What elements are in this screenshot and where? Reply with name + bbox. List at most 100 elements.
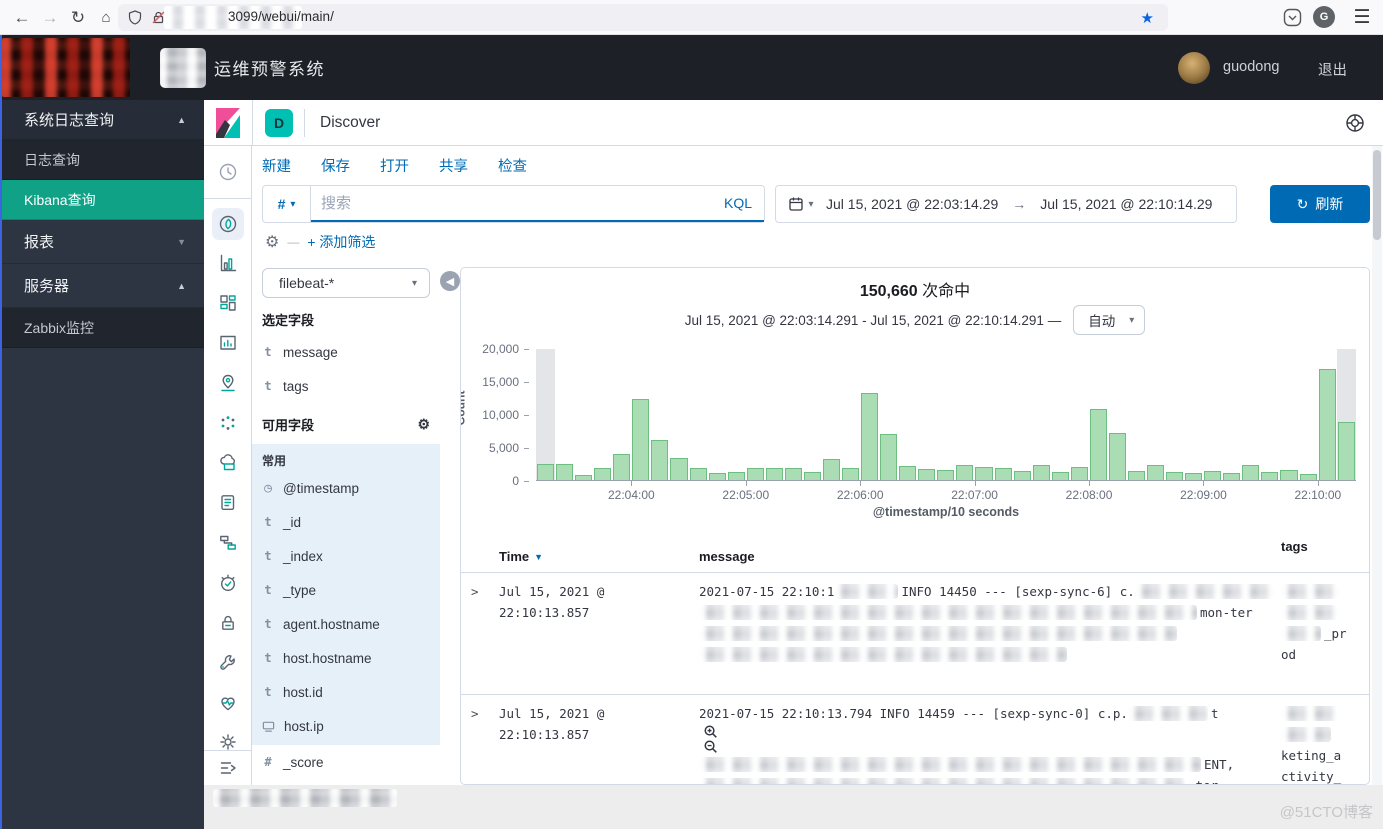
time-range-start[interactable]: Jul 15, 2021 @ 22:03:14.29 bbox=[826, 196, 998, 212]
histogram-bar[interactable] bbox=[1260, 349, 1279, 480]
share-button[interactable]: 共享 bbox=[439, 155, 468, 176]
interval-select[interactable]: 自动 ▾ bbox=[1073, 305, 1145, 335]
shield-icon[interactable] bbox=[128, 10, 142, 25]
histogram-bar[interactable] bbox=[669, 349, 688, 480]
username[interactable]: guodong bbox=[1223, 59, 1279, 75]
field-item-_id[interactable]: t_id bbox=[252, 505, 440, 539]
histogram-bar[interactable] bbox=[765, 349, 784, 480]
dashboard-icon[interactable] bbox=[212, 287, 244, 319]
column-header-tags[interactable]: tags bbox=[1281, 535, 1369, 572]
scrollbar-thumb[interactable] bbox=[1373, 150, 1381, 240]
kql-toggle[interactable]: KQL bbox=[712, 195, 764, 211]
histogram-bar[interactable] bbox=[574, 349, 593, 480]
histogram-bar[interactable] bbox=[708, 349, 727, 480]
back-icon[interactable]: ← bbox=[8, 0, 36, 35]
reload-icon[interactable]: ↻ bbox=[64, 0, 92, 35]
expand-row-icon[interactable]: > bbox=[471, 695, 499, 785]
sidebar-item-kibana-query[interactable]: Kibana查询 bbox=[0, 180, 204, 220]
url-text[interactable]: 3099/webui/main/ bbox=[228, 9, 334, 24]
apm-traces-icon[interactable] bbox=[212, 527, 244, 559]
histogram-bar[interactable] bbox=[860, 349, 879, 480]
histogram-bar[interactable] bbox=[1146, 349, 1165, 480]
sidebar-item-zabbix[interactable]: Zabbix监控 bbox=[0, 308, 204, 348]
histogram-bar[interactable] bbox=[746, 349, 765, 480]
histogram-bar[interactable] bbox=[631, 349, 650, 480]
expand-row-icon[interactable]: > bbox=[471, 573, 499, 694]
dev-tools-wrench-icon[interactable] bbox=[212, 647, 244, 679]
collapse-nav-icon[interactable] bbox=[212, 752, 244, 784]
histogram-bar[interactable] bbox=[1127, 349, 1146, 480]
collapse-sidebar-button[interactable]: ◀ bbox=[440, 271, 460, 291]
bookmark-star-icon[interactable]: ★ bbox=[1141, 9, 1154, 27]
canvas-icon[interactable] bbox=[212, 327, 244, 359]
field-item-host.id[interactable]: thost.id bbox=[252, 675, 440, 709]
inspect-button[interactable]: 检查 bbox=[498, 155, 527, 176]
kibana-logo-icon[interactable] bbox=[215, 108, 241, 138]
search-input[interactable] bbox=[311, 195, 712, 212]
discover-compass-icon[interactable] bbox=[212, 208, 244, 240]
histogram-bar[interactable] bbox=[555, 349, 574, 480]
histogram-bar[interactable] bbox=[1279, 349, 1298, 480]
histogram-bar[interactable] bbox=[1070, 349, 1089, 480]
field-item-_score[interactable]: #_score bbox=[252, 745, 440, 779]
histogram-bar[interactable] bbox=[879, 349, 898, 480]
histogram-bar[interactable] bbox=[650, 349, 669, 480]
forward-icon[interactable]: → bbox=[36, 0, 64, 35]
histogram-bar[interactable] bbox=[917, 349, 936, 480]
discover-app-badge[interactable]: D bbox=[265, 109, 293, 137]
sidebar-item-log-query[interactable]: 日志查询 bbox=[0, 140, 204, 180]
zoom-out-filter-icon[interactable] bbox=[703, 739, 718, 754]
field-item-message[interactable]: tmessage bbox=[252, 335, 440, 369]
home-icon[interactable]: ⌂ bbox=[92, 0, 120, 35]
field-item-_index[interactable]: t_index bbox=[252, 539, 440, 573]
query-language-prefix-button[interactable]: # ▾ bbox=[263, 186, 311, 222]
recently-viewed-icon[interactable] bbox=[212, 156, 244, 188]
histogram-bar[interactable] bbox=[1089, 349, 1108, 480]
histogram-bar[interactable] bbox=[1032, 349, 1051, 480]
sidebar-item-reports[interactable]: 报表 ▼ bbox=[0, 220, 204, 264]
field-item-agent.hostname[interactable]: tagent.hostname bbox=[252, 607, 440, 641]
histogram-bar[interactable] bbox=[955, 349, 974, 480]
menu-hamburger-icon[interactable]: ☰ bbox=[1348, 0, 1376, 35]
sidebar-item-system-log-query[interactable]: 系统日志查询 ▲ bbox=[0, 100, 204, 140]
histogram-bar[interactable] bbox=[1184, 349, 1203, 480]
field-item-tags[interactable]: ttags bbox=[252, 369, 440, 403]
histogram-bar[interactable] bbox=[898, 349, 917, 480]
logout-button[interactable]: 退出 bbox=[1318, 59, 1347, 80]
histogram-bar[interactable] bbox=[727, 349, 746, 480]
profile-avatar[interactable]: G bbox=[1313, 6, 1335, 28]
enterprise-search-icon[interactable] bbox=[212, 447, 244, 479]
maps-icon[interactable] bbox=[212, 367, 244, 399]
histogram-bar[interactable] bbox=[1165, 349, 1184, 480]
filter-settings-gear-icon[interactable]: ⚙ bbox=[265, 232, 279, 252]
logs-icon[interactable] bbox=[212, 487, 244, 519]
column-header-time[interactable]: Time ▼ bbox=[499, 535, 699, 572]
stack-monitoring-icon[interactable] bbox=[212, 687, 244, 719]
histogram-bar[interactable] bbox=[1203, 349, 1222, 480]
field-item-host.ip[interactable]: host.ip bbox=[252, 709, 440, 743]
field-item-@timestamp[interactable]: ◷@timestamp bbox=[252, 471, 440, 505]
histogram-bar[interactable] bbox=[1241, 349, 1260, 480]
histogram-bar[interactable] bbox=[612, 349, 631, 480]
calendar-button[interactable]: ▾ bbox=[776, 196, 826, 212]
histogram-bar[interactable] bbox=[1318, 349, 1337, 480]
histogram-bar[interactable] bbox=[784, 349, 803, 480]
add-filter-link[interactable]: + 添加筛选 bbox=[307, 232, 375, 252]
zoom-in-filter-icon[interactable] bbox=[703, 724, 718, 739]
histogram-bar[interactable] bbox=[1337, 349, 1356, 480]
histogram-bar[interactable] bbox=[1108, 349, 1127, 480]
scrollbar-track[interactable] bbox=[1372, 146, 1382, 785]
url-bar[interactable]: 3099/webui/main/ ★ bbox=[118, 4, 1168, 31]
field-settings-gear-icon[interactable]: ⚙ bbox=[417, 416, 430, 433]
refresh-button[interactable]: ↻ 刷新 bbox=[1270, 185, 1370, 223]
histogram-bar[interactable] bbox=[822, 349, 841, 480]
column-header-message[interactable]: message bbox=[699, 535, 1281, 572]
field-item-_type[interactable]: t_type bbox=[252, 573, 440, 607]
histogram-bar[interactable] bbox=[841, 349, 860, 480]
new-button[interactable]: 新建 bbox=[262, 155, 291, 176]
histogram-bar[interactable] bbox=[1299, 349, 1318, 480]
histogram-bar[interactable] bbox=[803, 349, 822, 480]
sort-desc-icon[interactable]: ▼ bbox=[534, 552, 543, 564]
help-icon[interactable] bbox=[1345, 113, 1365, 133]
security-lock-icon[interactable] bbox=[212, 607, 244, 639]
